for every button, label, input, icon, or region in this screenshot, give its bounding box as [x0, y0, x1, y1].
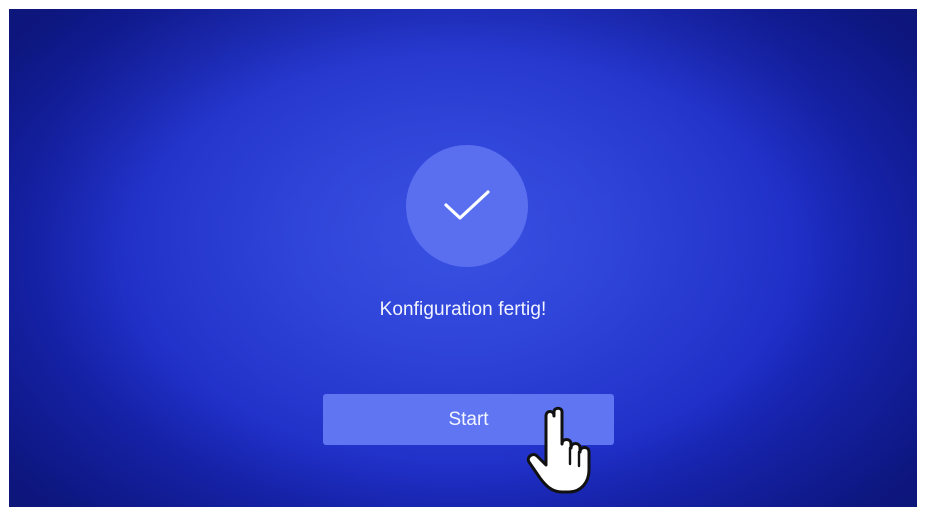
hand-pointer-icon [526, 406, 591, 494]
photo-frame: Konfiguration fertig! Start [0, 0, 926, 516]
completion-title: Konfiguration fertig! [379, 299, 547, 320]
checkmark-icon [444, 190, 490, 220]
setup-complete-screen: Konfiguration fertig! Start [9, 9, 917, 507]
success-badge [406, 145, 528, 267]
